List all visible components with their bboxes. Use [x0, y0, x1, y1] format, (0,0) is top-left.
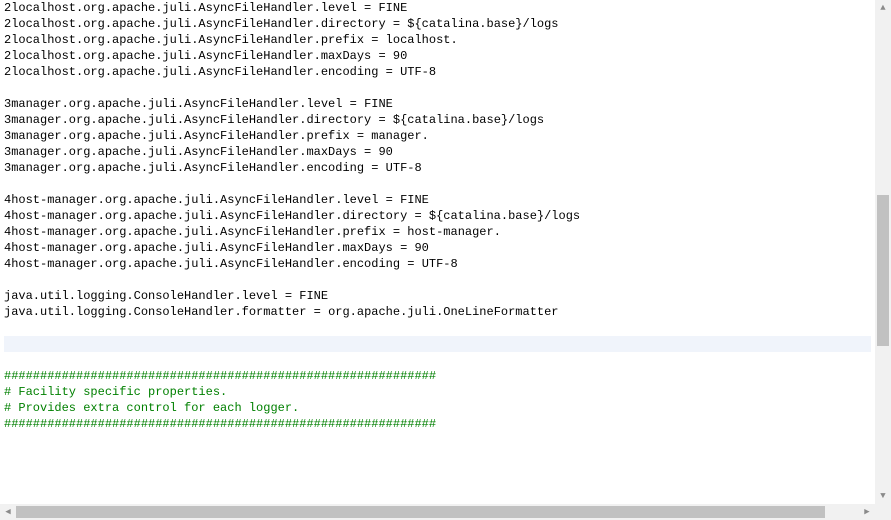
property-key: 3manager.org.apache.juli.AsyncFileHandle… [4, 161, 364, 175]
property-key: 3manager.org.apache.juli.AsyncFileHandle… [4, 113, 371, 127]
property-operator: = [386, 225, 408, 239]
scroll-right-arrow-icon[interactable]: ▶ [859, 504, 875, 520]
code-line: 4host-manager.org.apache.juli.AsyncFileH… [4, 192, 871, 208]
property-key: 4host-manager.org.apache.juli.AsyncFileH… [4, 241, 393, 255]
code-line: 4host-manager.org.apache.juli.AsyncFileH… [4, 224, 871, 240]
property-key: 4host-manager.org.apache.juli.AsyncFileH… [4, 225, 386, 239]
comment-text: ########################################… [4, 417, 436, 431]
property-key: 2localhost.org.apache.juli.AsyncFileHand… [4, 65, 378, 79]
property-key: 2localhost.org.apache.juli.AsyncFileHand… [4, 1, 357, 15]
code-line: # Facility specific properties. [4, 384, 871, 400]
vertical-scrollbar[interactable]: ▲ ▼ [875, 0, 891, 504]
code-line [4, 272, 871, 288]
scroll-up-arrow-icon[interactable]: ▲ [875, 0, 891, 16]
property-key: 2localhost.org.apache.juli.AsyncFileHand… [4, 17, 386, 31]
property-operator: = [306, 305, 328, 319]
property-key: 2localhost.org.apache.juli.AsyncFileHand… [4, 49, 371, 63]
vertical-scrollbar-track[interactable] [875, 16, 891, 488]
code-line: 3manager.org.apache.juli.AsyncFileHandle… [4, 96, 871, 112]
code-line: 3manager.org.apache.juli.AsyncFileHandle… [4, 160, 871, 176]
code-line [4, 320, 871, 336]
property-operator: = [371, 113, 393, 127]
code-line: 2localhost.org.apache.juli.AsyncFileHand… [4, 0, 871, 16]
property-operator: = [357, 145, 379, 159]
property-operator: = [393, 241, 415, 255]
property-operator: = [357, 1, 379, 15]
code-line: 3manager.org.apache.juli.AsyncFileHandle… [4, 112, 871, 128]
code-line: 4host-manager.org.apache.juli.AsyncFileH… [4, 240, 871, 256]
code-line: ########################################… [4, 416, 871, 432]
property-operator: = [364, 33, 386, 47]
code-line: java.util.logging.ConsoleHandler.formatt… [4, 304, 871, 320]
property-value: FINE [378, 1, 407, 15]
code-block: 2localhost.org.apache.juli.AsyncFileHand… [0, 0, 875, 448]
property-operator: = [378, 65, 400, 79]
property-value: host-manager. [407, 225, 501, 239]
code-line: 4host-manager.org.apache.juli.AsyncFileH… [4, 208, 871, 224]
property-operator: = [278, 289, 300, 303]
code-line [4, 352, 871, 368]
comment-text: # Facility specific properties. [4, 385, 227, 399]
property-operator: = [386, 17, 408, 31]
property-value: ${catalina.base}/logs [429, 209, 580, 223]
vertical-scrollbar-thumb[interactable] [877, 195, 889, 346]
property-key: 4host-manager.org.apache.juli.AsyncFileH… [4, 257, 400, 271]
horizontal-scrollbar-track[interactable] [16, 504, 859, 520]
property-key: java.util.logging.ConsoleHandler.level [4, 289, 278, 303]
property-value: 90 [378, 145, 392, 159]
property-value: UTF-8 [422, 257, 458, 271]
property-value: UTF-8 [386, 161, 422, 175]
property-value: ${catalina.base}/logs [407, 17, 558, 31]
code-line: 3manager.org.apache.juli.AsyncFileHandle… [4, 144, 871, 160]
property-operator: = [371, 49, 393, 63]
scroll-down-arrow-icon[interactable]: ▼ [875, 488, 891, 504]
code-line [4, 336, 871, 352]
property-key: 3manager.org.apache.juli.AsyncFileHandle… [4, 97, 342, 111]
code-line: # Provides extra control for each logger… [4, 400, 871, 416]
property-key: 3manager.org.apache.juli.AsyncFileHandle… [4, 129, 350, 143]
code-line: 2localhost.org.apache.juli.AsyncFileHand… [4, 32, 871, 48]
code-line: 3manager.org.apache.juli.AsyncFileHandle… [4, 128, 871, 144]
code-line [4, 176, 871, 192]
scrollbar-corner [875, 504, 891, 520]
property-operator: = [364, 161, 386, 175]
property-value: 90 [414, 241, 428, 255]
property-operator: = [342, 97, 364, 111]
property-operator: = [350, 129, 372, 143]
property-value: UTF-8 [400, 65, 436, 79]
property-key: 4host-manager.org.apache.juli.AsyncFileH… [4, 209, 407, 223]
editor-viewport: 2localhost.org.apache.juli.AsyncFileHand… [0, 0, 891, 520]
code-line [4, 432, 871, 448]
property-operator: = [407, 209, 429, 223]
property-value: org.apache.juli.OneLineFormatter [328, 305, 558, 319]
code-line: 2localhost.org.apache.juli.AsyncFileHand… [4, 48, 871, 64]
property-key: 4host-manager.org.apache.juli.AsyncFileH… [4, 193, 378, 207]
property-value: localhost. [386, 33, 458, 47]
scroll-left-arrow-icon[interactable]: ◀ [0, 504, 16, 520]
property-operator: = [378, 193, 400, 207]
code-line: java.util.logging.ConsoleHandler.level =… [4, 288, 871, 304]
comment-text: ########################################… [4, 369, 436, 383]
property-key: 3manager.org.apache.juli.AsyncFileHandle… [4, 145, 357, 159]
property-value: ${catalina.base}/logs [393, 113, 544, 127]
property-value: 90 [393, 49, 407, 63]
property-key: 2localhost.org.apache.juli.AsyncFileHand… [4, 33, 364, 47]
property-value: FINE [400, 193, 429, 207]
property-operator: = [400, 257, 422, 271]
code-content-area[interactable]: 2localhost.org.apache.juli.AsyncFileHand… [0, 0, 875, 504]
property-key: java.util.logging.ConsoleHandler.formatt… [4, 305, 306, 319]
code-line: 2localhost.org.apache.juli.AsyncFileHand… [4, 16, 871, 32]
code-line: 4host-manager.org.apache.juli.AsyncFileH… [4, 256, 871, 272]
horizontal-scrollbar[interactable]: ◀ ▶ [0, 504, 875, 520]
horizontal-scrollbar-thumb[interactable] [16, 506, 825, 518]
property-value: FINE [299, 289, 328, 303]
comment-text: # Provides extra control for each logger… [4, 401, 299, 415]
code-line [4, 80, 871, 96]
property-value: FINE [364, 97, 393, 111]
code-line: ########################################… [4, 368, 871, 384]
code-line: 2localhost.org.apache.juli.AsyncFileHand… [4, 64, 871, 80]
property-value: manager. [371, 129, 429, 143]
